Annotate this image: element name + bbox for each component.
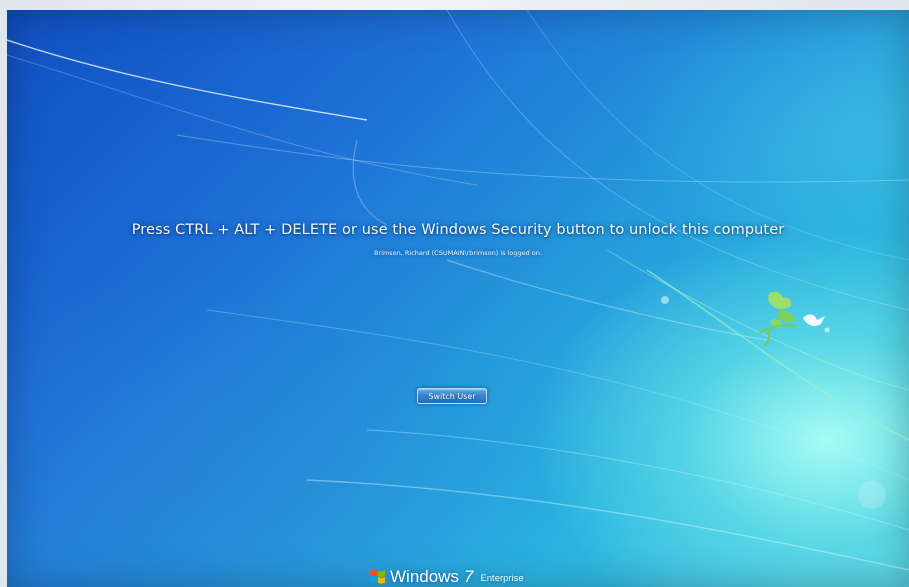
windows-edition: Enterprise: [480, 573, 524, 584]
monitor-frame: Press CTRL + ALT + DELETE or use the Win…: [0, 0, 909, 587]
windows-version: 7: [463, 567, 474, 586]
logged-on-user-text: Brimson, Richard (CSUMAIN\rbrimson) is l…: [374, 249, 542, 257]
windows-branding: Windows 7 Enterprise: [369, 565, 524, 587]
switch-user-button[interactable]: Switch User: [417, 388, 487, 404]
lock-screen: Press CTRL + ALT + DELETE or use the Win…: [7, 10, 909, 587]
bird-icon: [758, 291, 825, 347]
unlock-instruction: Press CTRL + ALT + DELETE or use the Win…: [131, 222, 785, 238]
windows-flag-icon: [370, 569, 385, 584]
windows-wordmark: Windows: [390, 567, 459, 586]
